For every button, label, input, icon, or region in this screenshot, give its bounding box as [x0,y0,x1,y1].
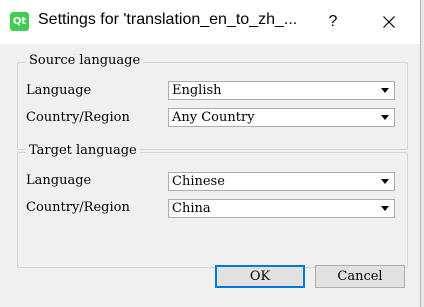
chevron-down-icon [381,206,389,211]
cancel-button[interactable]: Cancel [315,265,405,288]
chevron-down-icon [381,88,389,93]
source-group-title: Source language [26,53,144,68]
target-region-label: Country/Region [26,200,130,215]
target-language-combo[interactable]: Chinese [168,172,395,191]
target-language-label: Language [26,173,92,188]
window-edge [420,0,424,307]
ok-button[interactable]: OK [215,265,305,288]
window-title: Settings for 'translation_en_to_zh_... [38,11,298,28]
target-region-combo[interactable]: China [168,199,395,218]
chevron-down-icon [381,115,389,120]
source-region-label: Country/Region [26,110,130,125]
title-bar[interactable]: Qt Settings for 'translation_en_to_zh_..… [0,0,424,44]
target-group-title: Target language [26,143,140,158]
source-language-value: English [172,83,222,98]
source-region-value: Any Country [172,110,255,125]
close-button[interactable] [374,8,404,36]
chevron-down-icon [381,179,389,184]
target-language-group: Target language Language Chinese Country… [17,143,408,268]
qt-app-icon: Qt [10,12,29,31]
dialog-content: Source language Language English Country… [0,44,420,307]
source-region-combo[interactable]: Any Country [168,108,395,127]
source-language-group: Source language Language English Country… [17,53,408,150]
close-icon [383,16,395,28]
source-language-combo[interactable]: English [168,81,395,100]
target-region-value: China [172,201,211,216]
source-language-label: Language [26,83,92,98]
target-language-value: Chinese [172,174,225,189]
help-button[interactable]: ? [318,8,348,36]
